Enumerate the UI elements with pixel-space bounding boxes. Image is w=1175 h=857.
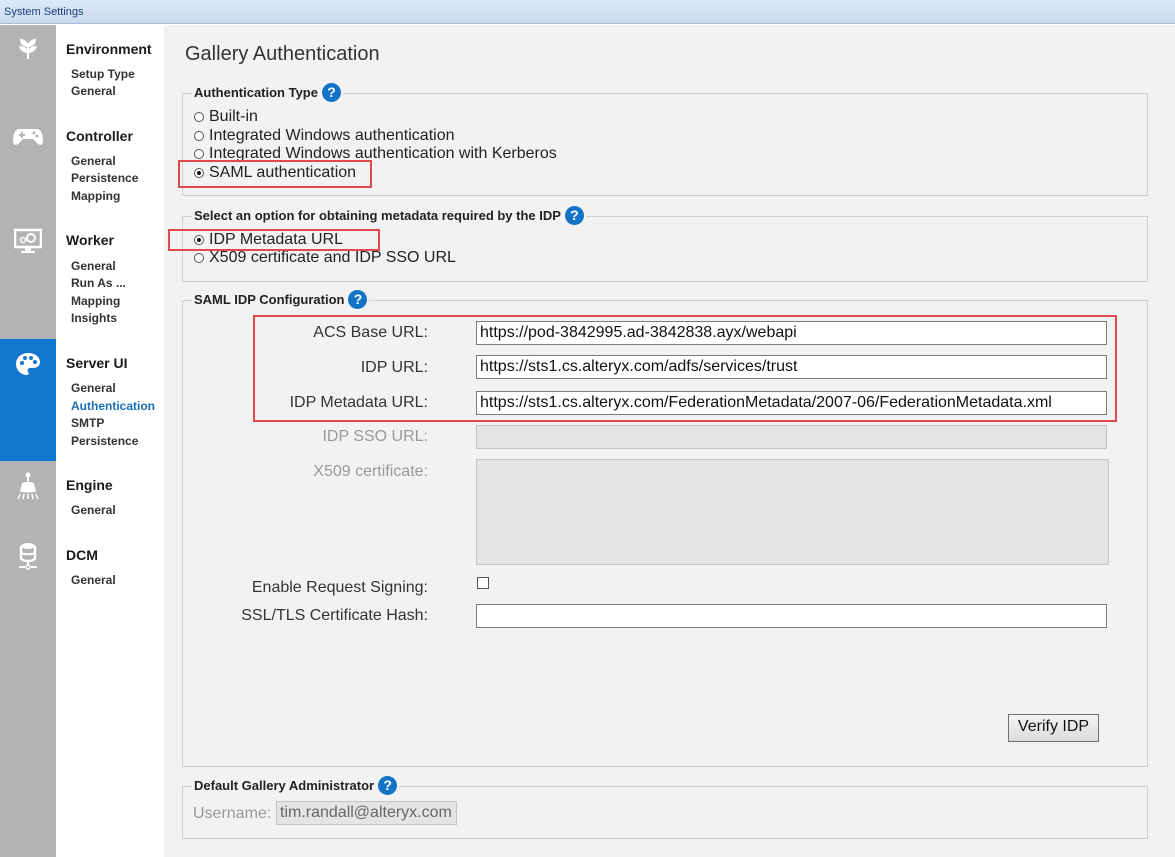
highlight-box bbox=[168, 229, 380, 251]
nav-heading-server-ui[interactable]: Server UI bbox=[66, 355, 127, 371]
idp-sso-url-label: IDP SSO URL: bbox=[322, 428, 428, 445]
nav-heading-dcm[interactable]: DCM bbox=[66, 547, 98, 563]
nav-item-worker-run-as[interactable]: Run As ... bbox=[71, 276, 126, 290]
radio-x509-sso[interactable]: X509 certificate and IDP SSO URL bbox=[194, 249, 456, 267]
admin-legend-text: Default Gallery Administrator bbox=[194, 778, 375, 793]
nav-item-worker-insights[interactable]: Insights bbox=[71, 311, 117, 325]
radio-circle[interactable] bbox=[194, 253, 204, 263]
nav-item-serverui-persistence[interactable]: Persistence bbox=[71, 434, 138, 448]
highlight-box bbox=[253, 315, 1117, 422]
radio-circle[interactable] bbox=[194, 112, 204, 122]
help-icon[interactable]: ? bbox=[321, 83, 341, 102]
flask-icon[interactable] bbox=[10, 470, 46, 502]
metadata-option-legend: Select an option for obtaining metadata … bbox=[192, 206, 586, 225]
admin-legend: Default Gallery Administrator ? bbox=[192, 776, 400, 795]
auth-type-legend-text: Authentication Type bbox=[194, 85, 318, 100]
saml-config-legend: SAML IDP Configuration ? bbox=[192, 290, 370, 309]
enable-request-signing-checkbox[interactable] bbox=[477, 577, 489, 589]
window-title: System Settings bbox=[0, 0, 1175, 24]
radio-circle[interactable] bbox=[194, 149, 204, 159]
nav-item-engine-general[interactable]: General bbox=[71, 503, 116, 517]
cert-hash-label: SSL/TLS Certificate Hash: bbox=[241, 607, 428, 624]
nav-item-worker-mapping[interactable]: Mapping bbox=[71, 294, 120, 308]
nav-item-worker-general[interactable]: General bbox=[71, 259, 116, 273]
leaf-icon[interactable] bbox=[10, 32, 46, 64]
x509-certificate-label: X509 certificate: bbox=[313, 463, 428, 480]
enable-request-signing-label: Enable Request Signing: bbox=[251, 579, 428, 596]
radio-windows-auth[interactable]: Integrated Windows authentication bbox=[194, 127, 454, 145]
gamepad-icon[interactable] bbox=[10, 121, 46, 153]
monitor-gear-icon[interactable] bbox=[10, 225, 46, 257]
nav-item-dcm-general[interactable]: General bbox=[71, 573, 116, 587]
radio-built-in[interactable]: Built-in bbox=[194, 108, 258, 126]
help-icon[interactable]: ? bbox=[348, 290, 368, 309]
nav-item-environment-general[interactable]: General bbox=[71, 84, 116, 98]
nav-item-controller-persistence[interactable]: Persistence bbox=[71, 171, 138, 185]
database-icon[interactable] bbox=[10, 540, 46, 572]
nav-item-serverui-general[interactable]: General bbox=[71, 381, 116, 395]
nav-item-serverui-authentication[interactable]: Authentication bbox=[71, 399, 155, 413]
cert-hash-input[interactable] bbox=[476, 604, 1107, 628]
nav-heading-worker[interactable]: Worker bbox=[66, 232, 114, 248]
palette-icon[interactable] bbox=[10, 348, 46, 380]
nav-item-controller-mapping[interactable]: Mapping bbox=[71, 189, 120, 203]
help-icon[interactable]: ? bbox=[378, 776, 398, 795]
nav-heading-engine[interactable]: Engine bbox=[66, 477, 113, 493]
nav-item-setup-type[interactable]: Setup Type bbox=[71, 67, 135, 81]
x509-certificate-textarea[interactable] bbox=[476, 459, 1109, 565]
auth-type-legend: Authentication Type ? bbox=[192, 83, 343, 102]
radio-label: X509 certificate and IDP SSO URL bbox=[209, 249, 456, 266]
idp-sso-url-input[interactable] bbox=[476, 425, 1107, 449]
saml-config-legend-text: SAML IDP Configuration bbox=[194, 292, 345, 307]
radio-circle[interactable] bbox=[194, 131, 204, 141]
username-input[interactable]: tim.randall@alteryx.com bbox=[276, 801, 457, 825]
page-title: Gallery Authentication bbox=[185, 43, 380, 65]
nav-heading-environment[interactable]: Environment bbox=[66, 41, 152, 57]
highlight-box bbox=[178, 160, 372, 188]
verify-idp-button[interactable]: Verify IDP bbox=[1008, 714, 1099, 742]
username-label: Username: bbox=[193, 805, 272, 822]
nav-item-controller-general[interactable]: General bbox=[71, 154, 116, 168]
radio-label: Integrated Windows authentication bbox=[209, 127, 455, 144]
nav-item-serverui-smtp[interactable]: SMTP bbox=[71, 416, 104, 430]
radio-label: Built-in bbox=[209, 108, 258, 125]
metadata-option-legend-text: Select an option for obtaining metadata … bbox=[194, 208, 561, 223]
nav-heading-controller[interactable]: Controller bbox=[66, 128, 133, 144]
help-icon[interactable]: ? bbox=[564, 206, 584, 225]
